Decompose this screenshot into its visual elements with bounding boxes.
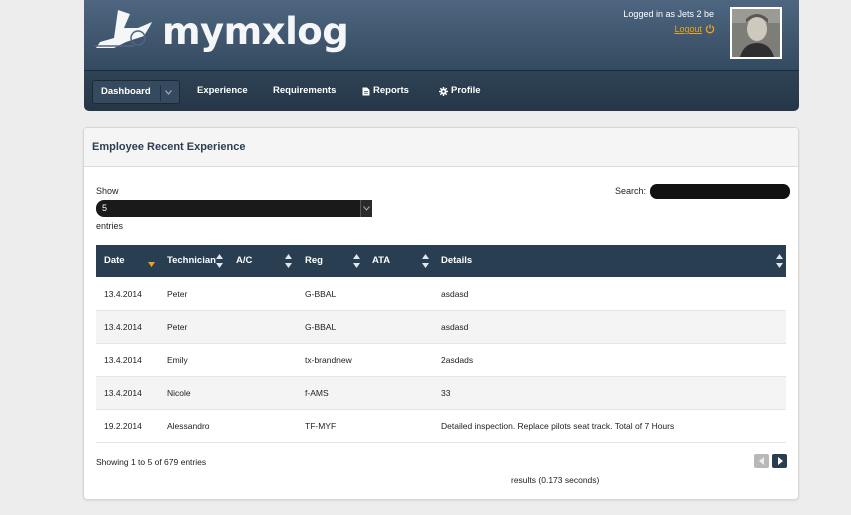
cell-details: asdasd bbox=[441, 289, 469, 299]
col-ac[interactable]: A/C bbox=[236, 245, 252, 277]
cell-technician: Emily bbox=[167, 355, 188, 365]
logo[interactable] bbox=[94, 8, 154, 52]
chevron-down-icon bbox=[360, 200, 372, 217]
airplane-logo-icon bbox=[94, 10, 152, 48]
table-header: Date Technician A/C Reg ATA Details bbox=[96, 245, 786, 277]
entries-per-page-value: 5 bbox=[102, 203, 108, 213]
cell-technician: Nicole bbox=[167, 388, 191, 398]
col-ata[interactable]: ATA bbox=[372, 245, 390, 277]
col-date[interactable]: Date bbox=[104, 245, 125, 277]
nav-experience[interactable]: Experience bbox=[197, 71, 248, 111]
chevron-left-icon bbox=[758, 457, 764, 465]
avatar-photo bbox=[732, 9, 780, 57]
logout-link[interactable]: Logout bbox=[674, 24, 715, 34]
nav-dashboard[interactable]: Dashboard bbox=[92, 80, 180, 104]
chevron-right-icon bbox=[777, 457, 783, 465]
table-row[interactable]: 13.4.2014 Emily tx-brandnew 2asdads bbox=[96, 344, 786, 377]
cell-technician: Peter bbox=[167, 289, 188, 299]
table-row[interactable]: 19.2.2014 Alessandro TF-MYF Detailed ins… bbox=[96, 410, 786, 443]
previous-page-button[interactable] bbox=[754, 454, 769, 468]
cell-details: Detailed inspection. Replace pilots seat… bbox=[441, 421, 675, 431]
logged-in-status: Logged in as Jets 2 be bbox=[623, 9, 714, 19]
dropdown-separator bbox=[160, 85, 161, 101]
col-reg[interactable]: Reg bbox=[305, 245, 323, 277]
nav-reports[interactable]: Reports bbox=[362, 71, 409, 111]
cell-details: asdasd bbox=[441, 322, 469, 332]
entries-label: entries bbox=[96, 221, 124, 231]
nav-experience-label: Experience bbox=[197, 85, 248, 96]
sort-both-icon[interactable] bbox=[353, 254, 360, 268]
cell-date: 13.4.2014 bbox=[104, 388, 142, 398]
recent-experience-panel: Employee Recent Experience Show 5 entrie… bbox=[83, 127, 799, 500]
power-icon bbox=[705, 24, 715, 34]
panel-title: Employee Recent Experience bbox=[92, 141, 246, 153]
user-avatar[interactable] bbox=[730, 7, 782, 59]
document-icon bbox=[362, 87, 370, 95]
cell-details: 2asdads bbox=[441, 355, 474, 365]
cell-technician: Alessandro bbox=[167, 421, 210, 431]
nav-requirements[interactable]: Requirements bbox=[273, 71, 336, 111]
app-header: mymxlog Logged in as Jets 2 be Logout bbox=[84, 0, 799, 70]
cell-reg: f-AMS bbox=[305, 388, 329, 398]
cell-reg: TF-MYF bbox=[305, 421, 337, 431]
table-row[interactable]: 13.4.2014 Nicole f-AMS 33 bbox=[96, 377, 786, 410]
search-input[interactable] bbox=[650, 184, 790, 199]
cell-date: 13.4.2014 bbox=[104, 355, 142, 365]
brand-name: mymxlog bbox=[162, 10, 349, 53]
query-results-time: results (0.173 seconds) bbox=[511, 475, 600, 485]
search-label: Search: bbox=[615, 186, 647, 196]
cell-date: 13.4.2014 bbox=[104, 322, 142, 332]
nav-requirements-label: Requirements bbox=[273, 85, 337, 96]
sort-both-icon[interactable] bbox=[422, 254, 429, 268]
cell-reg: G-BBAL bbox=[305, 322, 337, 332]
nav-profile[interactable]: Profile bbox=[439, 71, 481, 111]
sort-both-icon[interactable] bbox=[285, 254, 292, 268]
table-row[interactable]: 13.4.2014 Peter G-BBAL asdasd bbox=[96, 311, 786, 344]
table-info: Showing 1 to 5 of 679 entries bbox=[96, 457, 207, 467]
col-technician[interactable]: Technician bbox=[167, 245, 216, 277]
chevron-down-icon[interactable] bbox=[165, 90, 172, 95]
col-details[interactable]: Details bbox=[441, 245, 472, 277]
logout-label: Logout bbox=[674, 24, 702, 34]
cell-reg: G-BBAL bbox=[305, 289, 337, 299]
sort-both-icon[interactable] bbox=[776, 254, 783, 268]
show-label: Show bbox=[96, 186, 119, 196]
cell-date: 19.2.2014 bbox=[104, 421, 142, 431]
cell-technician: Peter bbox=[167, 322, 188, 332]
nav-profile-label: Profile bbox=[451, 85, 481, 96]
next-page-button[interactable] bbox=[772, 454, 787, 468]
main-nav: Dashboard Experience Requirements Report… bbox=[84, 70, 799, 111]
sort-both-icon[interactable] bbox=[216, 254, 223, 268]
cell-reg: tx-brandnew bbox=[305, 355, 352, 365]
table-row[interactable]: 13.4.2014 Peter G-BBAL asdasd bbox=[96, 278, 786, 311]
nav-reports-label: Reports bbox=[373, 85, 409, 96]
cell-details: 33 bbox=[441, 388, 451, 398]
nav-dashboard-label: Dashboard bbox=[101, 86, 151, 97]
entries-per-page-select[interactable]: 5 bbox=[96, 200, 372, 217]
cell-date: 13.4.2014 bbox=[104, 289, 142, 299]
gear-icon bbox=[439, 86, 448, 96]
sort-desc-icon[interactable] bbox=[148, 262, 155, 267]
